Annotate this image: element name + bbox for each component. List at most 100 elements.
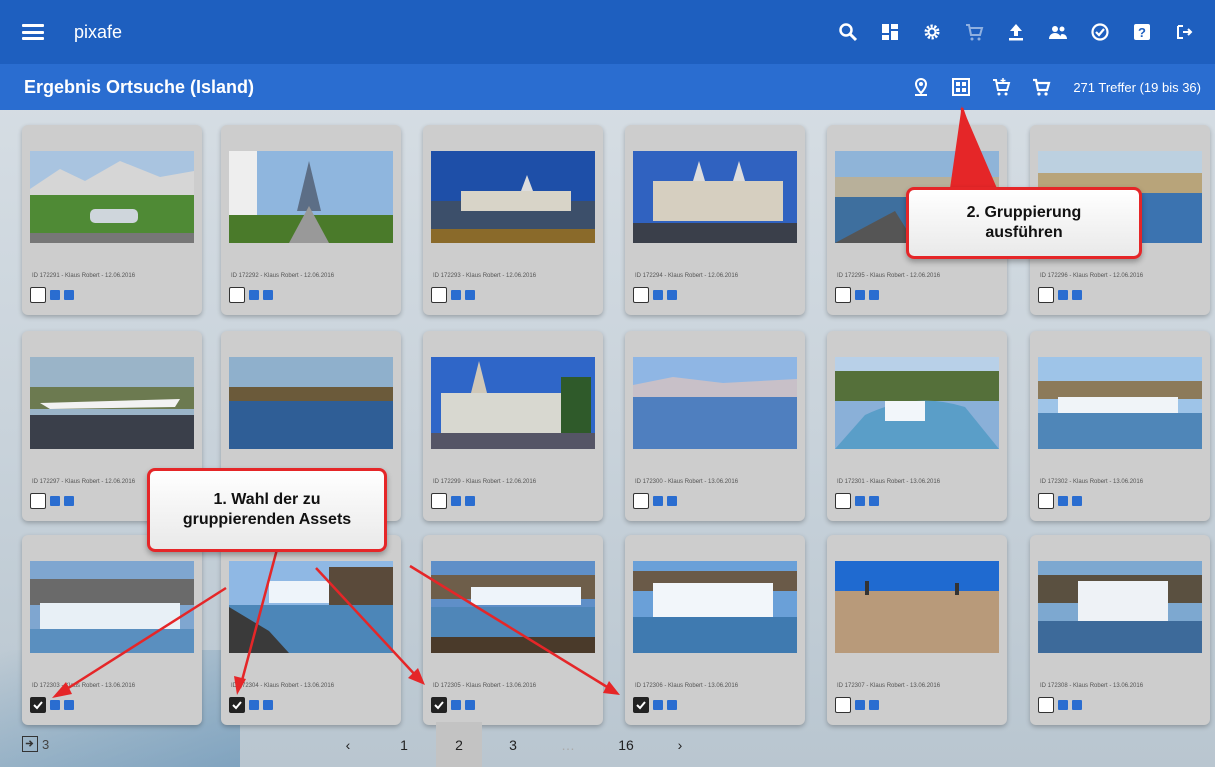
asset-thumbnail[interactable] bbox=[431, 151, 595, 243]
asset-card[interactable]: ID 172303 - Klaus Robert - 13.06.2016 bbox=[22, 535, 202, 725]
info-icon[interactable] bbox=[50, 700, 60, 710]
page-3[interactable]: 3 bbox=[496, 722, 530, 767]
asset-select-checkbox[interactable] bbox=[1038, 493, 1054, 509]
users-icon[interactable] bbox=[1047, 21, 1069, 43]
edit-icon[interactable] bbox=[1072, 290, 1082, 300]
edit-icon[interactable] bbox=[64, 700, 74, 710]
cart-icon[interactable] bbox=[1029, 75, 1053, 99]
edit-icon[interactable] bbox=[869, 496, 879, 506]
check-circle-icon[interactable] bbox=[1089, 21, 1111, 43]
asset-card[interactable]: ID 172291 - Klaus Robert - 12.06.2016 bbox=[22, 125, 202, 315]
app-title[interactable]: pixafe bbox=[74, 22, 122, 43]
asset-select-checkbox[interactable] bbox=[229, 287, 245, 303]
dashboard-icon[interactable] bbox=[879, 21, 901, 43]
asset-card[interactable]: ID 172301 - Klaus Robert - 13.06.2016 bbox=[827, 331, 1007, 521]
edit-icon[interactable] bbox=[869, 290, 879, 300]
asset-thumbnail[interactable] bbox=[1038, 357, 1202, 449]
page-1[interactable]: 1 bbox=[388, 722, 420, 767]
asset-card[interactable]: ID 172302 - Klaus Robert - 13.06.2016 bbox=[1030, 331, 1210, 521]
info-icon[interactable] bbox=[50, 290, 60, 300]
menu-icon[interactable] bbox=[22, 24, 44, 40]
asset-card[interactable]: ID 172299 - Klaus Robert - 12.06.2016 bbox=[423, 331, 603, 521]
page-16[interactable]: 16 bbox=[608, 722, 644, 767]
upload-icon[interactable] bbox=[1005, 21, 1027, 43]
info-icon[interactable] bbox=[451, 496, 461, 506]
asset-card[interactable]: ID 172307 - Klaus Robert - 13.06.2016 bbox=[827, 535, 1007, 725]
asset-thumbnail[interactable] bbox=[633, 561, 797, 653]
asset-card[interactable]: ID 172293 - Klaus Robert - 12.06.2016 bbox=[423, 125, 603, 315]
edit-icon[interactable] bbox=[1072, 700, 1082, 710]
info-icon[interactable] bbox=[1058, 290, 1068, 300]
asset-thumbnail[interactable] bbox=[229, 357, 393, 449]
asset-thumbnail[interactable] bbox=[835, 357, 999, 449]
asset-thumbnail[interactable] bbox=[30, 151, 194, 243]
info-icon[interactable] bbox=[653, 700, 663, 710]
edit-icon[interactable] bbox=[465, 700, 475, 710]
edit-icon[interactable] bbox=[667, 700, 677, 710]
asset-select-checkbox[interactable] bbox=[633, 493, 649, 509]
asset-thumbnail[interactable] bbox=[1038, 561, 1202, 653]
info-icon[interactable] bbox=[653, 496, 663, 506]
asset-thumbnail[interactable] bbox=[835, 561, 999, 653]
asset-card[interactable]: ID 172308 - Klaus Robert - 13.06.2016 bbox=[1030, 535, 1210, 725]
edit-icon[interactable] bbox=[465, 496, 475, 506]
edit-icon[interactable] bbox=[263, 700, 273, 710]
asset-select-checkbox[interactable] bbox=[229, 697, 245, 713]
asset-card[interactable]: ID 172304 - Klaus Robert - 13.06.2016 bbox=[221, 535, 401, 725]
asset-select-checkbox[interactable] bbox=[835, 697, 851, 713]
edit-icon[interactable] bbox=[263, 290, 273, 300]
asset-select-checkbox[interactable] bbox=[30, 287, 46, 303]
info-icon[interactable] bbox=[1058, 496, 1068, 506]
cart-add-icon[interactable] bbox=[989, 75, 1013, 99]
asset-select-checkbox[interactable] bbox=[633, 287, 649, 303]
cart-icon[interactable] bbox=[963, 21, 985, 43]
asset-select-checkbox[interactable] bbox=[835, 493, 851, 509]
asset-select-checkbox[interactable] bbox=[1038, 697, 1054, 713]
asset-select-checkbox[interactable] bbox=[30, 493, 46, 509]
next-page-button[interactable]: › bbox=[668, 722, 692, 767]
group-icon[interactable] bbox=[949, 75, 973, 99]
asset-select-checkbox[interactable] bbox=[1038, 287, 1054, 303]
asset-select-checkbox[interactable] bbox=[633, 697, 649, 713]
edit-icon[interactable] bbox=[869, 700, 879, 710]
asset-card[interactable]: ID 172306 - Klaus Robert - 13.06.2016 bbox=[625, 535, 805, 725]
help-icon[interactable]: ? bbox=[1131, 21, 1153, 43]
info-icon[interactable] bbox=[653, 290, 663, 300]
asset-thumbnail[interactable] bbox=[633, 151, 797, 243]
asset-thumbnail[interactable] bbox=[30, 561, 194, 653]
asset-select-checkbox[interactable] bbox=[431, 493, 447, 509]
logout-icon[interactable] bbox=[1173, 21, 1195, 43]
asset-select-checkbox[interactable] bbox=[835, 287, 851, 303]
info-icon[interactable] bbox=[249, 290, 259, 300]
asset-thumbnail[interactable] bbox=[229, 151, 393, 243]
asset-card[interactable]: ID 172300 - Klaus Robert - 13.06.2016 bbox=[625, 331, 805, 521]
asset-card[interactable]: ID 172294 - Klaus Robert - 12.06.2016 bbox=[625, 125, 805, 315]
asset-thumbnail[interactable] bbox=[431, 357, 595, 449]
asset-thumbnail[interactable] bbox=[431, 561, 595, 653]
info-icon[interactable] bbox=[451, 290, 461, 300]
info-icon[interactable] bbox=[1058, 700, 1068, 710]
edit-icon[interactable] bbox=[465, 290, 475, 300]
search-icon[interactable] bbox=[837, 21, 859, 43]
asset-select-checkbox[interactable] bbox=[431, 287, 447, 303]
asset-thumbnail[interactable] bbox=[633, 357, 797, 449]
edit-icon[interactable] bbox=[64, 496, 74, 506]
asset-select-checkbox[interactable] bbox=[431, 697, 447, 713]
asset-select-checkbox[interactable] bbox=[30, 697, 46, 713]
prev-page-button[interactable]: ‹ bbox=[336, 722, 360, 767]
asset-card[interactable]: ID 172292 - Klaus Robert - 12.06.2016 bbox=[221, 125, 401, 315]
info-icon[interactable] bbox=[451, 700, 461, 710]
asset-thumbnail[interactable] bbox=[30, 357, 194, 449]
edit-icon[interactable] bbox=[667, 496, 677, 506]
info-icon[interactable] bbox=[855, 700, 865, 710]
info-icon[interactable] bbox=[855, 496, 865, 506]
settings-icon[interactable] bbox=[921, 21, 943, 43]
info-icon[interactable] bbox=[855, 290, 865, 300]
edit-icon[interactable] bbox=[1072, 496, 1082, 506]
edit-icon[interactable] bbox=[667, 290, 677, 300]
asset-card[interactable]: ID 172305 - Klaus Robert - 13.06.2016 bbox=[423, 535, 603, 725]
info-icon[interactable] bbox=[50, 496, 60, 506]
location-icon[interactable] bbox=[909, 75, 933, 99]
info-icon[interactable] bbox=[249, 700, 259, 710]
asset-thumbnail[interactable] bbox=[229, 561, 393, 653]
